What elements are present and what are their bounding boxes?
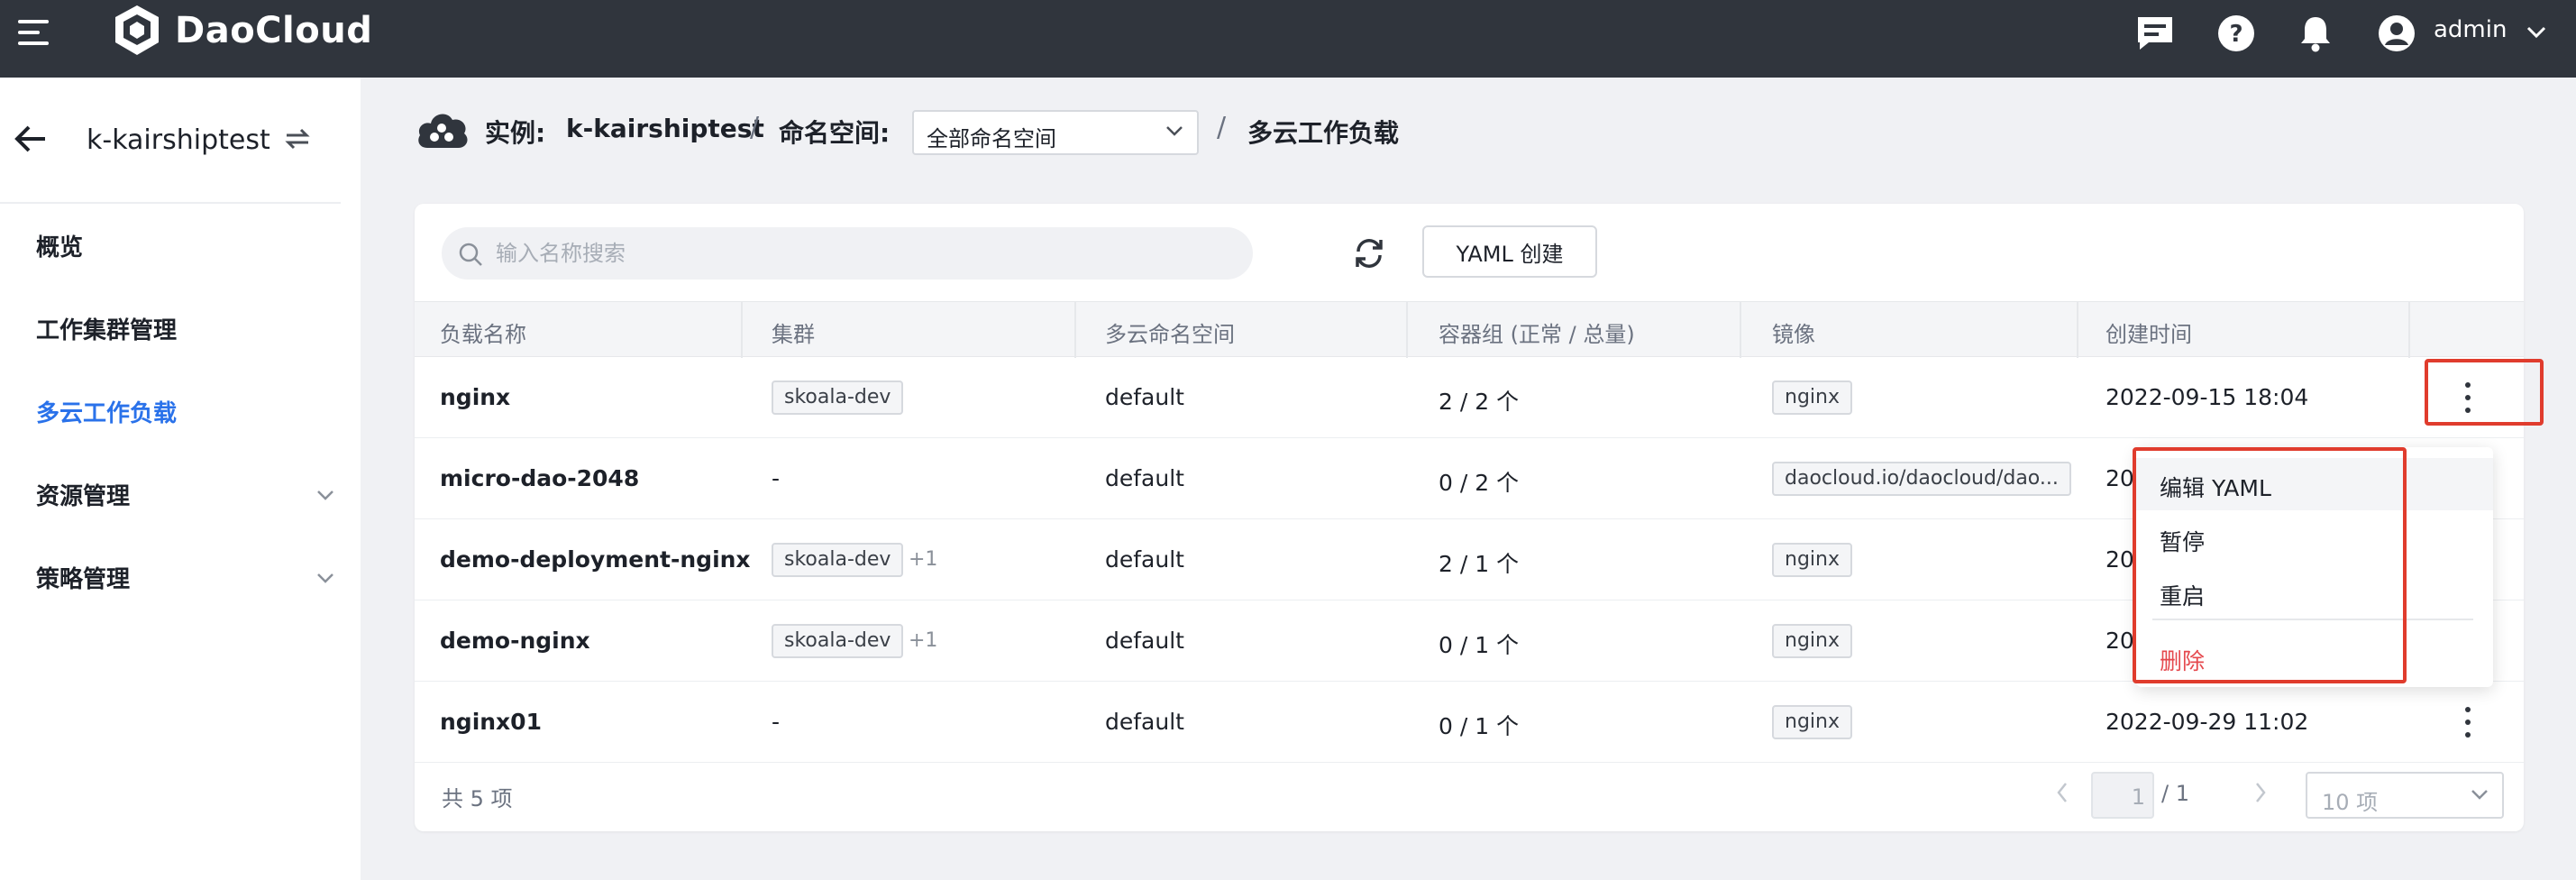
page-total: / 1 — [2161, 781, 2189, 806]
namespace-cell: default — [1105, 628, 1184, 654]
cluster-tag: skoala-dev — [772, 624, 904, 658]
help-icon[interactable]: ? — [2215, 13, 2257, 54]
table-header: 负载名称 集群 多云命名空间 容器组 (正常 / 总量) 镜像 创建时间 — [415, 301, 2524, 358]
page-title: 多云工作负载 — [1247, 118, 1400, 148]
column-header-pods[interactable]: 容器组 (正常 / 总量) — [1439, 316, 1635, 348]
image-tag: nginx — [1772, 543, 1852, 577]
chevron-left-icon[interactable] — [2055, 781, 2069, 804]
user-name[interactable]: admin — [2434, 16, 2507, 43]
cluster-more-count[interactable]: +1 — [909, 629, 937, 652]
pods-cell: 0 / 1 个 — [1439, 632, 1520, 658]
column-divider — [1740, 302, 1741, 358]
column-divider — [2408, 302, 2410, 358]
workload-name[interactable]: demo-deployment-nginx — [440, 546, 751, 573]
back-arrow-icon[interactable] — [13, 123, 49, 155]
created-cell: 20 — [2106, 628, 2134, 654]
brand-name: DaoCloud — [175, 10, 373, 51]
refresh-icon — [1356, 239, 1383, 268]
menu-icon[interactable] — [18, 20, 50, 47]
column-header-cluster[interactable]: 集群 — [772, 316, 815, 348]
search-box[interactable] — [442, 227, 1253, 280]
workload-name[interactable]: nginx01 — [440, 709, 542, 735]
breadcrumb-namespace-label: 命名空间: — [779, 118, 891, 148]
search-icon — [459, 243, 482, 266]
cluster-tag: skoala-dev — [772, 380, 904, 415]
image-tag: daocloud.io/daocloud/dao... — [1772, 462, 2071, 496]
column-divider — [741, 302, 743, 358]
column-header-namespace[interactable]: 多云命名空间 — [1105, 316, 1235, 348]
total-count: 共 5 项 — [442, 786, 513, 811]
highlight-box — [2425, 359, 2544, 426]
created-cell: 20 — [2106, 546, 2134, 573]
chevron-down-icon — [317, 490, 333, 500]
chevron-down-icon — [2471, 790, 2488, 800]
namespace-select[interactable]: 全部命名空间 — [912, 110, 1199, 155]
column-divider — [2077, 302, 2078, 358]
chevron-down-icon[interactable] — [2526, 25, 2547, 40]
sidebar-divider — [0, 202, 341, 204]
column-divider — [1074, 302, 1076, 358]
image-tag: nginx — [1772, 380, 1852, 415]
column-header-name[interactable]: 负载名称 — [440, 316, 526, 348]
image-tag: nginx — [1772, 624, 1852, 658]
pods-cell: 2 / 1 个 — [1439, 551, 1520, 577]
workload-name[interactable]: micro-dao-2048 — [440, 465, 639, 491]
namespace-select-value: 全部命名空间 — [927, 126, 1056, 151]
sidebar-header: k-kairshiptest — [0, 78, 361, 202]
yaml-create-button[interactable]: YAML 创建 — [1422, 225, 1597, 278]
sidebar-item-workloads[interactable]: 多云工作负载 — [36, 395, 177, 428]
brand-logo[interactable]: DaoCloud — [112, 4, 372, 58]
cloud-icon — [418, 114, 468, 148]
svg-text:?: ? — [2229, 21, 2243, 48]
chevron-right-icon[interactable] — [2253, 781, 2268, 804]
sidebar: k-kairshiptest 概览 工作集群管理 多云工作负载 资源管理 策略管… — [0, 78, 361, 880]
created-cell: 2022-09-15 18:04 — [2106, 384, 2309, 410]
breadcrumb-instance-label: 实例: — [485, 118, 546, 148]
pods-cell: 2 / 2 个 — [1439, 389, 1520, 415]
search-input[interactable] — [494, 236, 1215, 270]
breadcrumb-separator: / — [1217, 112, 1227, 143]
sidebar-item-policies[interactable]: 策略管理 — [36, 561, 130, 594]
created-cell: 2022-09-29 11:02 — [2106, 709, 2309, 735]
pods-cell: 0 / 2 个 — [1439, 470, 1520, 496]
page-input[interactable]: 1 — [2091, 772, 2154, 819]
cluster-cell: - — [772, 465, 781, 491]
highlight-box — [2133, 447, 2407, 683]
column-header-created[interactable]: 创建时间 — [2106, 316, 2192, 348]
table-row[interactable]: nginx01 - default 0 / 1 个 nginx 2022-09-… — [415, 682, 2524, 763]
namespace-cell: default — [1105, 709, 1184, 735]
page-size-value: 10 项 — [2322, 790, 2379, 815]
message-icon[interactable] — [2134, 13, 2176, 54]
breadcrumb-separator: / — [750, 112, 760, 143]
chevron-down-icon — [1166, 126, 1183, 136]
breadcrumb-instance-name[interactable]: k-kairshiptest — [566, 114, 764, 143]
sidebar-item-resources[interactable]: 资源管理 — [36, 478, 130, 511]
namespace-cell: default — [1105, 465, 1184, 491]
avatar-icon[interactable] — [2376, 13, 2417, 54]
namespace-cell: default — [1105, 384, 1184, 410]
workload-name[interactable]: demo-nginx — [440, 628, 590, 654]
top-bar: DaoCloud ? admin — [0, 0, 2576, 78]
refresh-button[interactable] — [1347, 231, 1392, 276]
cluster-tag: skoala-dev — [772, 543, 904, 577]
table-row[interactable]: nginx skoala-dev default 2 / 2 个 nginx 2… — [415, 357, 2524, 438]
cluster-cell: - — [772, 709, 781, 735]
workload-name[interactable]: nginx — [440, 384, 510, 410]
bell-icon[interactable] — [2295, 13, 2336, 54]
cluster-more-count[interactable]: +1 — [909, 548, 937, 571]
image-tag: nginx — [1772, 705, 1852, 739]
pods-cell: 0 / 1 个 — [1439, 713, 1520, 739]
created-cell: 20 — [2106, 465, 2134, 491]
page-size-select[interactable]: 10 项 — [2306, 772, 2504, 819]
column-header-image[interactable]: 镜像 — [1772, 316, 1815, 348]
sidebar-item-overview[interactable]: 概览 — [36, 229, 83, 262]
cluster-name: k-kairshiptest — [87, 124, 270, 156]
more-actions-icon[interactable] — [2459, 707, 2477, 738]
daocloud-logo-icon — [115, 5, 159, 55]
column-divider — [1406, 302, 1408, 358]
chevron-down-icon — [317, 573, 333, 583]
sidebar-item-clusters[interactable]: 工作集群管理 — [36, 312, 177, 345]
namespace-cell: default — [1105, 546, 1184, 573]
switch-icon[interactable] — [283, 126, 312, 151]
